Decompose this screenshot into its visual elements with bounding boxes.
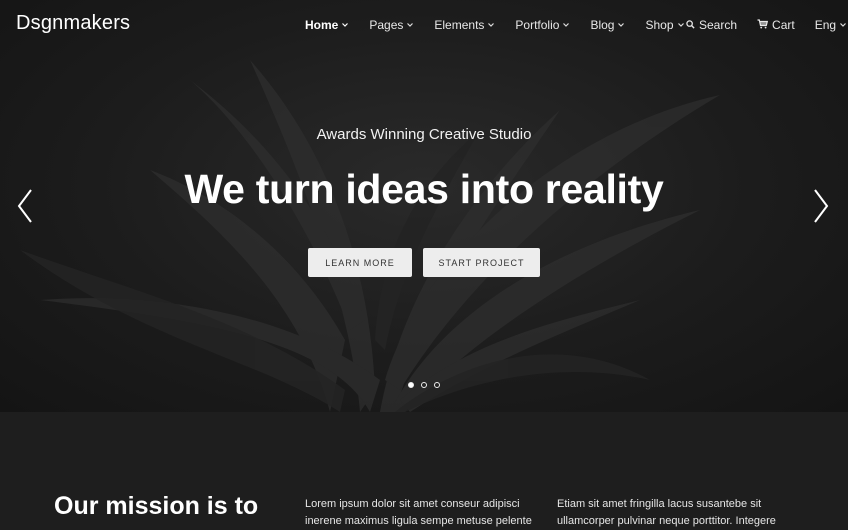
mission-text-column-1: Lorem ipsum dolor sit amet conseur adipi… [305, 498, 532, 527]
top-navigation: Dsgnmakers Home Pages Elements Portfolio… [0, 0, 848, 52]
menu-item-label: Shop [645, 18, 674, 32]
cart-label: Cart [772, 18, 795, 32]
slider-next-button[interactable] [810, 186, 832, 226]
chevron-down-icon [406, 21, 414, 29]
mission-section: Our mission is to Lorem ipsum dolor sit … [0, 412, 848, 530]
language-label: Eng [814, 18, 837, 32]
slider-dot[interactable] [421, 382, 427, 388]
menu-item-shop[interactable]: Shop [645, 18, 684, 32]
chevron-down-icon [341, 21, 349, 29]
utility-nav: Search Cart Eng [686, 18, 847, 32]
hero-slider: Dsgnmakers Home Pages Elements Portfolio… [0, 0, 848, 412]
hero-headline: We turn ideas into reality [184, 166, 664, 212]
menu-item-blog[interactable]: Blog [590, 18, 625, 32]
search-button[interactable]: Search [686, 18, 737, 32]
hero-actions: LEARN MORE START PROJECT [0, 248, 848, 277]
slider-dot[interactable] [434, 382, 440, 388]
menu-item-label: Pages [369, 18, 404, 32]
cart-icon [757, 18, 769, 32]
menu-item-home[interactable]: Home [305, 18, 349, 32]
mission-title: Our mission is to [54, 492, 259, 520]
menu-item-label: Home [305, 18, 339, 32]
slider-pagination [0, 382, 848, 388]
menu-item-elements[interactable]: Elements [434, 18, 495, 32]
search-icon [686, 18, 695, 32]
main-menu: Home Pages Elements Portfolio Blog Shop [305, 18, 705, 32]
chevron-down-icon [677, 21, 685, 29]
menu-item-pages[interactable]: Pages [369, 18, 414, 32]
chevron-down-icon [839, 21, 847, 29]
menu-item-label: Elements [434, 18, 485, 32]
chevron-left-icon [17, 189, 32, 223]
brand-logo[interactable]: Dsgnmakers [16, 12, 130, 35]
menu-item-label: Blog [590, 18, 615, 32]
chevron-down-icon [562, 21, 570, 29]
hero-subtitle: Awards Winning Creative Studio [316, 126, 532, 143]
chevron-right-icon [814, 189, 829, 223]
chevron-down-icon [617, 21, 625, 29]
language-selector[interactable]: Eng [815, 18, 847, 32]
slider-prev-button[interactable] [14, 186, 36, 226]
mission-text-column-2: Etiam sit amet fringilla lacus susantebe… [557, 498, 776, 527]
search-label: Search [699, 18, 738, 32]
cart-button[interactable]: Cart [757, 18, 795, 32]
menu-item-portfolio[interactable]: Portfolio [515, 18, 570, 32]
chevron-down-icon [487, 21, 495, 29]
slider-dot[interactable] [408, 382, 414, 388]
menu-item-label: Portfolio [515, 18, 560, 32]
learn-more-button[interactable]: LEARN MORE [308, 248, 412, 277]
start-project-button[interactable]: START PROJECT [423, 248, 540, 277]
